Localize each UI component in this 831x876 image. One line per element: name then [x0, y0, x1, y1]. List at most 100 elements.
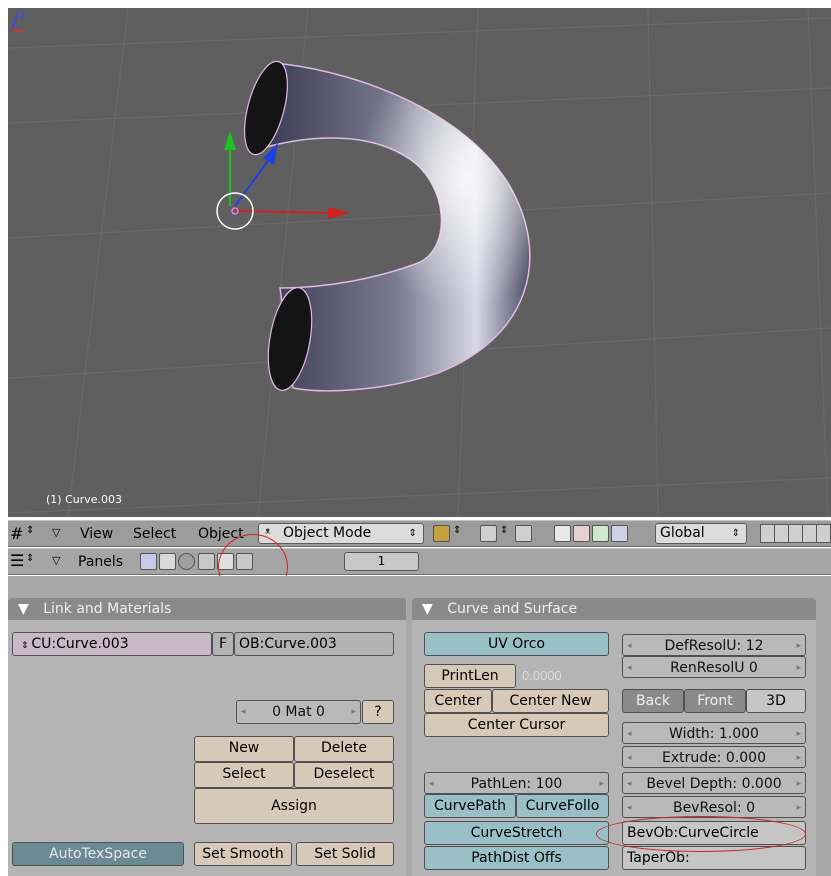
extrude-field[interactable]: Extrude: 0.000	[622, 746, 806, 769]
delete-material-button[interactable]: Delete	[294, 736, 394, 762]
center-new-button[interactable]: Center New	[492, 689, 609, 713]
editor-type-icon[interactable]: #	[10, 524, 23, 543]
select-material-button[interactable]: Select	[194, 762, 294, 788]
datablock-arrows-icon: ⇕	[21, 641, 32, 651]
page-number-value: 1	[377, 554, 386, 568]
logic-context-icon[interactable]	[140, 553, 157, 570]
material-index-field[interactable]: 0 Mat 0	[236, 700, 361, 724]
pivot-icon[interactable]	[480, 525, 497, 542]
bevel-depth-label: Bevel Depth: 0.000	[646, 776, 782, 792]
uv-orco-label: UV Orco	[487, 636, 545, 652]
center-new-label: Center New	[509, 693, 592, 709]
3d-label: 3D	[766, 693, 786, 709]
pathdist-offs-toggle[interactable]: PathDist Offs	[424, 846, 609, 870]
curvepath-label: CurvePath	[433, 798, 507, 814]
viewport-scene	[8, 8, 831, 517]
front-toggle[interactable]: Front	[684, 689, 746, 713]
transform-manipulator	[216, 130, 350, 230]
set-solid-button[interactable]: Set Solid	[296, 842, 394, 866]
rotate-icon[interactable]	[592, 525, 609, 542]
mode-select-label: Object Mode	[283, 525, 372, 541]
pivot-arrows-icon[interactable]: ⇕	[500, 525, 508, 536]
uv-orco-toggle[interactable]: UV Orco	[424, 632, 609, 656]
curvepath-toggle[interactable]: CurvePath	[424, 794, 516, 818]
center-cursor-button[interactable]: Center Cursor	[424, 713, 609, 737]
printlen-button[interactable]: PrintLen	[424, 664, 516, 688]
defresolu-label: DefResolU: 12	[664, 638, 764, 654]
layer-buttons[interactable]	[760, 524, 831, 543]
defresolu-field[interactable]: DefResolU: 12	[622, 634, 806, 657]
menu-select[interactable]: Select	[133, 526, 176, 542]
object-name-field[interactable]: OB:Curve.003	[234, 632, 394, 656]
material-browse-label: ?	[374, 704, 382, 720]
snap-icon[interactable]	[515, 525, 532, 542]
object-status-label: (1) Curve.003	[46, 493, 123, 506]
bevresol-field[interactable]: BevResol: 0	[622, 796, 806, 819]
panel-header-link-materials[interactable]: ▼ Link and Materials	[8, 598, 406, 620]
printlen-label: PrintLen	[441, 668, 499, 684]
buttons-collapse-icon[interactable]: ▽	[52, 554, 60, 567]
draw-type-arrows-icon[interactable]: ⇕	[453, 525, 461, 536]
select-arrows-icon: ⇕	[408, 528, 417, 539]
width-label: Width: 1.000	[669, 726, 759, 742]
assign-label: Assign	[271, 798, 317, 814]
menu-collapse-icon[interactable]: ▽	[52, 526, 60, 539]
set-solid-label: Set Solid	[314, 846, 376, 862]
renresolu-field[interactable]: RenResolU 0	[622, 656, 806, 679]
extrude-label: Extrude: 0.000	[662, 750, 766, 766]
deselect-material-button[interactable]: Deselect	[294, 762, 394, 788]
buttons-editor-icon[interactable]: ☰	[10, 551, 24, 570]
material-browse-button[interactable]: ?	[362, 700, 394, 724]
pathlen-field[interactable]: PathLen: 100	[424, 772, 609, 795]
svg-text:Z: Z	[20, 11, 26, 21]
curvefollow-toggle[interactable]: CurveFollo	[516, 794, 609, 818]
3d-toggle[interactable]: 3D	[746, 689, 806, 713]
orientation-arrows-icon: ⇕	[731, 528, 740, 539]
curve-datablock-field[interactable]: ⇕ CU:Curve.003	[12, 632, 212, 656]
buttons-header: ☰ ⇕ ▽ Panels 1	[8, 548, 831, 575]
width-field[interactable]: Width: 1.000	[622, 722, 806, 745]
translate-icon[interactable]	[573, 525, 590, 542]
new-material-button[interactable]: New	[194, 736, 294, 762]
collapse-triangle-icon: ▼	[422, 601, 433, 617]
3d-viewport[interactable]: Z (1) Curve.003	[8, 8, 831, 517]
script-context-icon[interactable]	[159, 553, 176, 570]
curve-tube	[244, 60, 531, 392]
bevel-depth-field[interactable]: Bevel Depth: 0.000	[622, 772, 806, 795]
printlen-value: 0.0000	[522, 668, 562, 683]
panels-label: Panels	[78, 554, 124, 570]
autotexspace-toggle[interactable]: AutoTexSpace	[12, 842, 184, 866]
panel-title-link-materials: Link and Materials	[43, 601, 172, 617]
buttons-editor-arrows-icon[interactable]: ⇕	[26, 553, 34, 564]
manipulator-hand-icon[interactable]	[554, 525, 571, 542]
fake-user-button[interactable]: F	[212, 632, 234, 656]
object-context-icon[interactable]	[198, 553, 215, 570]
orientation-select[interactable]: Global ⇕	[655, 523, 747, 544]
scale-icon[interactable]	[611, 525, 628, 542]
set-smooth-button[interactable]: Set Smooth	[194, 842, 292, 866]
panel-title-curve-surface: Curve and Surface	[447, 601, 578, 617]
set-smooth-label: Set Smooth	[202, 846, 284, 862]
view3d-header: # ⇕ ▽ View Select Object ᵜ Object Mode ⇕…	[8, 520, 831, 547]
editor-type-arrows-icon[interactable]: ⇕	[26, 525, 34, 536]
panel-header-curve-surface[interactable]: ▼ Curve and Surface	[412, 598, 816, 620]
curvestretch-label: CurveStretch	[470, 825, 563, 841]
center-button[interactable]: Center	[424, 689, 492, 713]
draw-type-icon[interactable]	[433, 525, 450, 542]
center-cursor-label: Center Cursor	[467, 717, 566, 733]
menu-view[interactable]: View	[80, 526, 113, 542]
axis-gizmo: Z	[11, 11, 26, 33]
assign-material-button[interactable]: Assign	[194, 788, 394, 824]
highlight-ring-bevob	[596, 816, 806, 852]
page-number-field[interactable]: 1	[344, 552, 419, 571]
front-label: Front	[697, 693, 733, 709]
autotexspace-label: AutoTexSpace	[49, 846, 147, 862]
orientation-label: Global	[660, 525, 705, 541]
mode-select[interactable]: ᵜ Object Mode ⇕	[258, 523, 424, 544]
pathdist-label: PathDist Offs	[471, 850, 562, 866]
pathlen-label: PathLen: 100	[470, 776, 563, 792]
curvestretch-toggle[interactable]: CurveStretch	[424, 821, 609, 845]
new-label: New	[228, 740, 260, 756]
shading-context-icon[interactable]	[178, 553, 195, 570]
back-toggle[interactable]: Back	[622, 689, 684, 713]
